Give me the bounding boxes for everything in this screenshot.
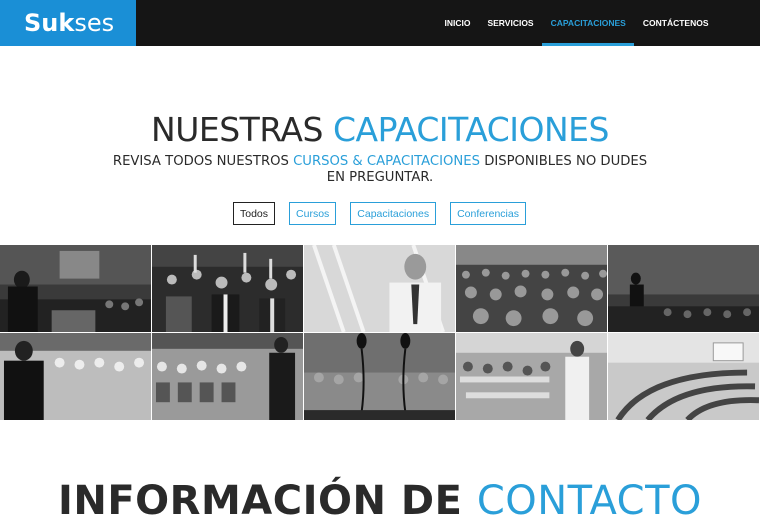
training-gallery — [0, 245, 760, 421]
page-title: NUESTRAS CAPACITACIONES — [0, 110, 760, 149]
gallery-photo-large-auditorium-audience[interactable] — [456, 245, 608, 333]
gallery-photo-presenter-portrait[interactable] — [304, 245, 456, 333]
portfolio-filters: Todos Cursos Capacitaciones Conferencias — [233, 202, 526, 225]
title-dark: NUESTRAS — [151, 110, 323, 149]
filter-conferencias[interactable]: Conferencias — [450, 202, 526, 225]
gallery-photo-speaker-at-podium[interactable] — [0, 245, 152, 333]
contact-section-title: INFORMACIÓN DE CONTACTO — [0, 478, 760, 524]
page-subtitle: REVISA TODOS NUESTROS CURSOS & CAPACITAC… — [110, 154, 650, 186]
logo-text-rest: ses — [74, 9, 115, 37]
gallery-photo-classroom-presenter[interactable] — [456, 333, 608, 421]
contact-title-dark: INFORMACIÓN DE — [57, 478, 463, 524]
gallery-photo-speaker-silhouette-hall[interactable] — [608, 245, 760, 333]
filter-capacitaciones[interactable]: Capacitaciones — [350, 202, 437, 225]
logo-text-bold: Suk — [24, 9, 75, 37]
gallery-photo-audience-raising-hands[interactable] — [152, 245, 304, 333]
subtitle-accent: CURSOS & CAPACITACIONES — [293, 154, 480, 169]
main-nav: INICIO SERVICIOS CAPACITACIONES CONTÁCTE… — [436, 0, 760, 46]
nav-item-inicio[interactable]: INICIO — [436, 0, 479, 46]
site-logo[interactable]: Suk ses — [0, 0, 136, 46]
filter-cursos[interactable]: Cursos — [289, 202, 337, 225]
gallery-photo-podium-microphones[interactable] — [304, 333, 456, 421]
filter-todos[interactable]: Todos — [233, 202, 276, 225]
gallery-photo-seated-audience-speaker[interactable] — [152, 333, 304, 421]
contact-title-accent: CONTACTO — [476, 478, 703, 524]
nav-item-contactenos[interactable]: CONTÁCTENOS — [634, 0, 717, 46]
nav-item-capacitaciones[interactable]: CAPACITACIONES — [542, 0, 635, 46]
gallery-photo-empty-lecture-hall[interactable] — [608, 333, 760, 421]
nav-item-servicios[interactable]: SERVICIOS — [479, 0, 542, 46]
top-navbar: Suk ses INICIO SERVICIOS CAPACITACIONES C… — [0, 0, 760, 46]
title-accent: CAPACITACIONES — [332, 110, 610, 149]
gallery-photo-speaker-back-view[interactable] — [0, 333, 152, 421]
subtitle-part-1: REVISA TODOS NUESTROS — [112, 154, 289, 169]
